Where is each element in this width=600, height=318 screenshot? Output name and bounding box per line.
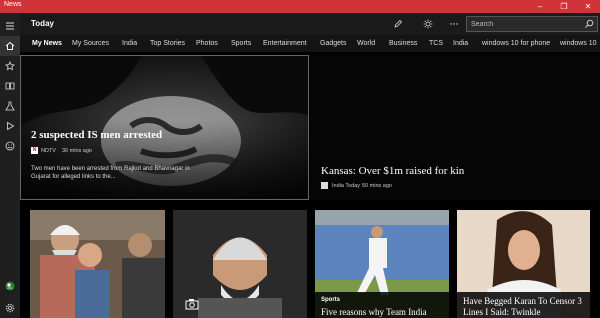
- app-title: News: [4, 1, 22, 8]
- hero-source: NDTV: [41, 148, 56, 154]
- brightness-icon[interactable]: [421, 17, 435, 31]
- more-options-icon[interactable]: [447, 17, 461, 31]
- side-story[interactable]: Kansas: Over $1m raised for kin India To…: [310, 55, 600, 200]
- category-tabs: My News My Sources India Top Stories Pho…: [20, 35, 600, 52]
- header-bar: Today: [20, 13, 600, 35]
- tab-sports[interactable]: Sports: [231, 40, 251, 47]
- card-title[interactable]: Have Begged Karan To Censor 3 Lines I Sa…: [463, 296, 587, 318]
- smile-icon[interactable]: [0, 136, 20, 156]
- sidebar: [0, 13, 20, 318]
- search-icon[interactable]: [584, 19, 594, 29]
- side-story-source: India Today: [332, 183, 361, 189]
- tab-windows-10-for-phone[interactable]: windows 10 for phone: [482, 40, 550, 47]
- pencil-icon[interactable]: [391, 17, 405, 31]
- maximize-button[interactable]: ❐: [552, 0, 576, 13]
- tab-tcs[interactable]: TCS: [429, 40, 443, 47]
- story-card[interactable]: Have Begged Karan To Censor 3 Lines I Sa…: [457, 210, 590, 318]
- window-titlebar: News – ❐ ✕: [0, 0, 600, 13]
- card-image: [30, 210, 165, 318]
- gear-icon[interactable]: [0, 298, 20, 318]
- side-story-title[interactable]: Kansas: Over $1m raised for kin: [321, 165, 464, 177]
- tab-my-news[interactable]: My News: [32, 40, 62, 47]
- story-card[interactable]: Sports Five reasons why Team India: [315, 210, 449, 318]
- hero-summary: Two men have been arrested from Rajkot a…: [31, 166, 190, 180]
- camera-icon: [185, 299, 199, 310]
- tab-gadgets[interactable]: Gadgets: [320, 40, 346, 47]
- tab-top-stories[interactable]: Top Stories: [150, 40, 185, 47]
- tab-india[interactable]: India: [122, 40, 137, 47]
- search-box[interactable]: [466, 16, 598, 32]
- close-button[interactable]: ✕: [576, 0, 600, 13]
- hero-title[interactable]: 2 suspected IS men arrested: [31, 129, 162, 141]
- hero-story[interactable]: 2 suspected IS men arrested N NDTV 30 mi…: [20, 55, 309, 200]
- card-category: Sports: [321, 297, 341, 303]
- page-title: Today: [31, 19, 54, 28]
- tab-world[interactable]: World: [357, 40, 375, 47]
- tab-my-sources[interactable]: My Sources: [72, 40, 109, 47]
- ndtv-logo: N: [31, 147, 38, 154]
- minimize-button[interactable]: –: [528, 0, 552, 13]
- flask-icon[interactable]: [0, 96, 20, 116]
- hero-time: 30 mins ago: [62, 148, 92, 154]
- avatar[interactable]: [0, 276, 20, 296]
- tab-photos[interactable]: Photos: [196, 40, 218, 47]
- india-today-logo: [321, 182, 328, 189]
- side-story-time: 50 mins ago: [362, 183, 392, 189]
- tab-windows-10[interactable]: windows 10: [560, 40, 597, 47]
- home-icon[interactable]: [0, 36, 20, 56]
- play-icon[interactable]: [0, 116, 20, 136]
- tab-business[interactable]: Business: [389, 40, 417, 47]
- story-card[interactable]: [30, 210, 165, 318]
- menu-icon[interactable]: [0, 16, 20, 36]
- card-title[interactable]: Five reasons why Team India: [321, 307, 445, 318]
- tab-india-2[interactable]: India: [453, 40, 468, 47]
- tab-entertainment[interactable]: Entertainment: [263, 40, 307, 47]
- star-icon[interactable]: [0, 56, 20, 76]
- search-input[interactable]: [471, 19, 581, 29]
- story-card[interactable]: [173, 210, 307, 318]
- book-icon[interactable]: [0, 76, 20, 96]
